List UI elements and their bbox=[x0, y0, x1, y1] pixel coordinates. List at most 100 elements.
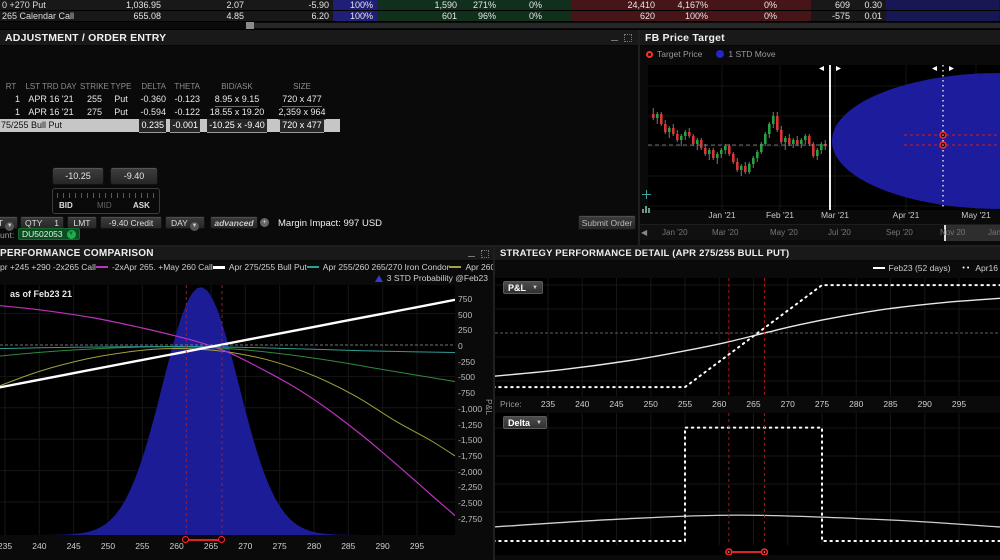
size-cell: 720 x 477 bbox=[272, 93, 332, 107]
mid-label[interactable]: MID bbox=[97, 201, 112, 210]
comp-legend-line2[interactable]: 3 STD Probability @Feb23 bbox=[375, 273, 488, 283]
column-header: THETA bbox=[168, 80, 202, 93]
fb-panel-title: FB Price Target bbox=[645, 32, 725, 44]
account-dropdown[interactable]: DU502053 ▼ bbox=[18, 228, 80, 240]
detail-panel-title: STRATEGY PERFORMANCE DETAIL (APR 275/255… bbox=[500, 248, 789, 259]
size-value: 2,359 x 964 bbox=[278, 106, 325, 120]
comp-panel-title: PERFORMANCE COMPARISON bbox=[0, 248, 154, 259]
minimize-icon[interactable] bbox=[611, 40, 618, 41]
size-cell: 720 x 477 bbox=[272, 119, 332, 133]
chevron-down-icon: ▼ bbox=[190, 222, 199, 231]
x-tick-label: May '21 bbox=[961, 210, 991, 220]
x-tick-label: Mar '21 bbox=[821, 210, 849, 220]
rt-cell: 1 bbox=[0, 106, 22, 120]
histogram-tool-icon[interactable] bbox=[642, 206, 650, 213]
y-tick-label: -500 bbox=[458, 372, 475, 382]
legend-label: pr +245 +290 -2x265 Call bbox=[0, 262, 96, 272]
fb-legend-item[interactable]: Target Price bbox=[646, 49, 702, 59]
fb-legend-label: Target Price bbox=[657, 49, 702, 59]
comp-legend-item[interactable]: Apr 275/255 Bull Put bbox=[213, 262, 307, 272]
tif-dropdown[interactable]: DAY ▼ bbox=[165, 216, 205, 229]
bidask-cell[interactable]: 8.95 x 9.15 bbox=[202, 93, 272, 107]
advanced-button[interactable]: advanced bbox=[210, 216, 258, 229]
advanced-plus-icon[interactable]: + bbox=[260, 218, 269, 227]
expiry-cell: APR 16 '21 bbox=[22, 106, 80, 120]
fb-legend-item[interactable]: 1 STD Move bbox=[716, 49, 775, 59]
column-header: BID/ASK bbox=[202, 80, 272, 93]
bidask-value: -10.25 x -9.40 bbox=[207, 119, 267, 133]
timeline-tick-label: Sep '20 bbox=[886, 228, 913, 237]
y-tick-label: 750 bbox=[458, 294, 472, 304]
strategy-label: 75/255 Bull Put bbox=[0, 119, 134, 133]
x-tick-label: Jan '21 bbox=[708, 210, 735, 220]
x-tick-label: 270 bbox=[781, 399, 795, 409]
position-cell bbox=[546, 11, 572, 21]
delta-metric-dropdown[interactable]: Delta▼ bbox=[503, 416, 547, 429]
top-horizontal-scrollbar[interactable] bbox=[0, 22, 1000, 29]
x-tick-label: 290 bbox=[918, 399, 932, 409]
breakeven-marker[interactable] bbox=[218, 536, 225, 543]
comp-legend-item[interactable]: Apr 255/260 265/270 Iron Condor bbox=[307, 262, 450, 272]
column-header: LST TRD DAY bbox=[22, 80, 80, 93]
scrollbar-grip[interactable] bbox=[246, 22, 254, 29]
bidask-value[interactable]: 18.55 x 19.20 bbox=[210, 106, 265, 120]
strategy-summary-row[interactable]: 75/255 Bull Put0.235-0.001-10.25 x -9.40… bbox=[0, 119, 340, 132]
submit-order-button[interactable]: Submit Order bbox=[578, 215, 636, 230]
x-tick-label: 285 bbox=[883, 399, 897, 409]
restore-icon[interactable] bbox=[624, 34, 632, 42]
fb-x-axis: Jan '21Feb '21Mar '21Apr '21May '21 bbox=[640, 210, 1000, 222]
qty-label: QTY bbox=[25, 217, 42, 228]
pnl-metric-dropdown[interactable]: P&L▼ bbox=[503, 281, 543, 294]
ask-price-button[interactable]: -9.40 bbox=[110, 167, 158, 185]
legend-item-feb23[interactable]: Feb23 (52 days) bbox=[873, 263, 951, 273]
comp-legend-item[interactable]: pr +245 +290 -2x265 Call bbox=[0, 262, 96, 272]
legend-label: Apr 275/255 Bull Put bbox=[229, 262, 307, 272]
line-swatch bbox=[449, 266, 461, 268]
timeline-left-arrow-icon[interactable]: ◀ bbox=[641, 228, 647, 237]
order-leg-row[interactable]: 1APR 16 '21255Put-0.360-0.1238.95 x 9.15… bbox=[0, 93, 340, 106]
ask-label[interactable]: ASK bbox=[133, 201, 150, 210]
position-label: 0 +270 Put bbox=[0, 0, 100, 10]
scrollbar-handle[interactable] bbox=[254, 23, 1000, 28]
y-tick-label: -750 bbox=[458, 388, 475, 398]
target-price-icon bbox=[646, 51, 653, 58]
x-tick-label: 295 bbox=[952, 399, 966, 409]
bid-label[interactable]: BID bbox=[59, 201, 73, 210]
side-dropdown[interactable]: T ▼ bbox=[0, 216, 18, 229]
x-tick-label: 255 bbox=[678, 399, 692, 409]
x-tick-label: 265 bbox=[746, 399, 760, 409]
chevron-down-icon: ▼ bbox=[536, 417, 542, 429]
x-tick-label: 290 bbox=[376, 541, 390, 551]
position-cell: 0.30 bbox=[854, 0, 886, 10]
limit-credit-button[interactable]: -9.40 Credit bbox=[100, 216, 162, 229]
order-entry-panel: ADJUSTMENT / ORDER ENTRY RTLST TRD DAYST… bbox=[0, 30, 638, 245]
timeline-tick-label: Jan bbox=[988, 228, 1000, 237]
restore-icon[interactable] bbox=[481, 250, 489, 258]
y-tick-label: 0 bbox=[458, 341, 463, 351]
y-tick-label: -1,250 bbox=[458, 420, 482, 430]
x-tick-label: 235 bbox=[0, 541, 12, 551]
timeline-tick-label: Jul '20 bbox=[828, 228, 851, 237]
comp-legend-item[interactable]: -2xApr 265. +May 260 Call bbox=[96, 262, 213, 272]
price-slider[interactable]: BID MID ASK bbox=[52, 188, 160, 214]
delta-value: 0.235 bbox=[139, 119, 166, 133]
legend-label: Feb23 (52 days) bbox=[889, 263, 951, 273]
x-tick-label: 275 bbox=[815, 399, 829, 409]
detail-x-axis: 235240245250255260265270275280285290295 bbox=[495, 399, 1000, 411]
bidask-cell[interactable]: 18.55 x 19.20 bbox=[202, 106, 272, 120]
x-tick-label: 240 bbox=[32, 541, 46, 551]
order-leg-row[interactable]: 1APR 16 '21275Put-0.594-0.12218.55 x 19.… bbox=[0, 106, 340, 119]
margin-impact-text: Margin Impact: 997 USD bbox=[278, 218, 382, 229]
minimize-icon[interactable] bbox=[468, 256, 475, 257]
position-row[interactable]: 0 +270 Put1,036.952.07-5.90100%1,590271%… bbox=[0, 0, 1000, 11]
position-row[interactable]: 265 Calendar Call655.084.856.20100%60196… bbox=[0, 11, 1000, 22]
bid-price-button[interactable]: -10.25 bbox=[52, 167, 104, 185]
crosshair-tool-icon[interactable] bbox=[642, 190, 651, 199]
position-cell: 100% bbox=[333, 11, 377, 21]
fb-timeline-scrollbar[interactable]: ◀ Jan '20Mar '20May '20Jul '20Sep '20Nov… bbox=[640, 224, 1000, 240]
breakeven-marker[interactable] bbox=[182, 536, 189, 543]
bidask-value[interactable]: 8.95 x 9.15 bbox=[215, 93, 260, 107]
legend-item-apr16[interactable]: •• Apr16 bbox=[962, 263, 998, 273]
dotted-line-swatch: •• bbox=[962, 265, 971, 272]
position-cell bbox=[546, 0, 572, 10]
